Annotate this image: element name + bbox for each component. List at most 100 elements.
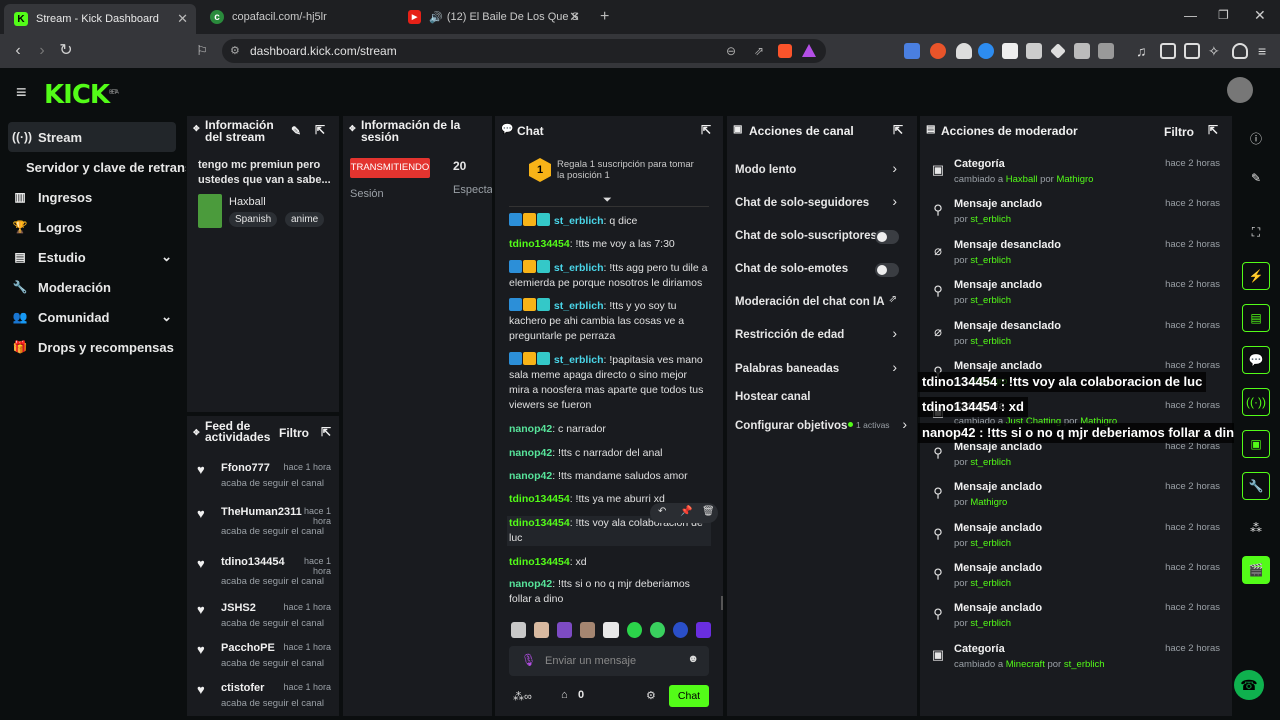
sidebar-item-ingresos[interactable]: ▥ Ingresos: [8, 182, 176, 212]
tag-chip[interactable]: Spanish: [229, 212, 278, 227]
back-icon[interactable]: ‹: [8, 41, 28, 61]
sidebar-item-logros[interactable]: 🏆 Logros: [8, 212, 176, 242]
help-chat-icon[interactable]: ☎: [1234, 670, 1264, 700]
reply-icon[interactable]: ↶: [658, 506, 666, 517]
moderator-username[interactable]: st_erblich: [970, 578, 1011, 589]
action-banned-words[interactable]: Palabras baneadas: [735, 359, 915, 379]
tag-chip[interactable]: anime: [285, 212, 325, 227]
maximize-icon[interactable]: ❐: [1218, 8, 1229, 22]
edit-icon[interactable]: ✎: [291, 124, 301, 138]
address-bar[interactable]: ⚙ dashboard.kick.com/stream ⊖ ⇗: [222, 39, 826, 63]
forward-icon[interactable]: ›: [32, 41, 52, 61]
info-icon[interactable]: ⓘ: [1242, 124, 1270, 152]
emote-icon[interactable]: [603, 622, 619, 638]
popout-icon[interactable]: ⇱: [321, 425, 331, 439]
tab-youtube[interactable]: ▶ 🔊 (12) El Baile De Los Que Sobran - ✕: [398, 4, 588, 30]
dots-icon[interactable]: ⁂: [1242, 514, 1270, 542]
diamond-extension-icon[interactable]: [1050, 43, 1066, 59]
new-tab-icon[interactable]: +: [600, 8, 609, 26]
sidebar-item-server-key[interactable]: Servidor y clave de retransm: [22, 152, 186, 182]
emoji-icon[interactable]: ☻: [687, 653, 699, 665]
terminal-icon[interactable]: ▣: [1242, 430, 1270, 458]
music-icon[interactable]: ♫: [1136, 43, 1152, 59]
emotes-only-toggle[interactable]: [875, 263, 899, 277]
chevron-right-icon[interactable]: ›: [892, 359, 897, 375]
store-icon[interactable]: ⌂: [561, 689, 568, 701]
chat-input[interactable]: 🎙 Enviar un mensaje ☻: [509, 646, 709, 676]
send-chat-button[interactable]: Chat: [669, 685, 709, 707]
blue-extension-icon[interactable]: [978, 43, 994, 59]
emote-icon[interactable]: [649, 622, 665, 638]
settings-gear-icon[interactable]: ⚙: [646, 689, 656, 702]
moderator-username[interactable]: st_erblich: [970, 336, 1011, 347]
chat-icon[interactable]: 💬: [1242, 346, 1270, 374]
edit-icon[interactable]: ✎: [1242, 164, 1270, 192]
wrench-icon[interactable]: 🔧: [1242, 472, 1270, 500]
popout-icon[interactable]: ⇱: [315, 123, 325, 137]
wallet-icon[interactable]: [1184, 43, 1200, 59]
moderator-username[interactable]: st_erblich: [970, 295, 1011, 306]
image-extension-icon[interactable]: [1026, 43, 1042, 59]
emote-icon[interactable]: [626, 622, 642, 638]
sidebar-item-moderacion[interactable]: 🔧 Moderación: [8, 272, 176, 302]
scrollbar[interactable]: [721, 596, 723, 610]
close-tab-icon[interactable]: ✕: [569, 9, 580, 25]
popout-icon[interactable]: ⇱: [893, 123, 903, 137]
popout-icon[interactable]: ⇱: [1208, 123, 1218, 137]
fire-extension-icon[interactable]: [930, 43, 946, 59]
avatar[interactable]: [1227, 77, 1253, 103]
drag-handle-icon[interactable]: ✥: [193, 428, 200, 437]
filter-button[interactable]: Filtro: [279, 426, 309, 440]
site-info-icon[interactable]: ⚙: [230, 39, 240, 63]
moderator-username[interactable]: st_erblich: [970, 255, 1011, 266]
action-age-restriction[interactable]: Restricción de edad: [735, 325, 915, 345]
emote-icon[interactable]: [557, 622, 573, 638]
moderator-username[interactable]: Mathigro: [970, 497, 1007, 508]
sidebar-item-estudio[interactable]: ▤ Estudio ⌄: [8, 242, 176, 272]
lightning-icon[interactable]: ⚡: [1242, 262, 1270, 290]
gift-sub-banner[interactable]: Regala 1 suscripción para tomar la posic…: [557, 159, 697, 181]
external-link-icon[interactable]: ⇗: [889, 294, 897, 305]
sidebar-item-comunidad[interactable]: 👥 Comunidad ⌄: [8, 302, 176, 332]
zoom-icon[interactable]: ⊖: [726, 39, 736, 63]
leo-ai-icon[interactable]: ✧: [1208, 43, 1224, 59]
popout-icon[interactable]: ⇱: [701, 123, 711, 137]
menu-icon[interactable]: ≡: [1258, 43, 1274, 59]
emote-icon[interactable]: [695, 622, 711, 638]
sidebar-item-stream[interactable]: ((·)) Stream: [8, 122, 176, 152]
emote-icon[interactable]: [580, 622, 596, 638]
chevron-right-icon[interactable]: ›: [892, 160, 897, 176]
emote-icon[interactable]: [511, 622, 527, 638]
moderator-username[interactable]: st_erblich: [970, 618, 1011, 629]
drag-handle-icon[interactable]: ✥: [193, 124, 200, 133]
minimize-icon[interactable]: —: [1184, 8, 1197, 23]
sidebar-toggle-icon[interactable]: [1160, 43, 1176, 59]
vpn-icon[interactable]: [1232, 43, 1248, 59]
tab-kick-dashboard[interactable]: K Stream - Kick Dashboard ✕: [4, 4, 196, 34]
moderator-username[interactable]: st_erblich: [1064, 659, 1105, 670]
filter-button[interactable]: Filtro: [1164, 125, 1194, 139]
moderator-username[interactable]: Mathigro: [1056, 174, 1093, 185]
microphone-icon[interactable]: 🎙: [521, 653, 536, 667]
doc-extension-icon[interactable]: [1002, 43, 1018, 59]
moderator-username[interactable]: st_erblich: [970, 457, 1011, 468]
window-close-icon[interactable]: ✕: [1254, 7, 1266, 24]
subscribers-only-toggle[interactable]: [875, 230, 899, 244]
emote-icon[interactable]: [672, 622, 688, 638]
bookmark-icon[interactable]: ⚐: [192, 41, 212, 61]
translate-extension-icon[interactable]: [904, 43, 920, 59]
moderator-username[interactable]: st_erblich: [970, 214, 1011, 225]
reload-icon[interactable]: ↻: [56, 41, 76, 61]
clapper-icon[interactable]: 🎬: [1242, 556, 1270, 584]
action-host-channel[interactable]: Hostear canal: [735, 387, 915, 407]
hamburger-menu-icon[interactable]: ≡: [16, 82, 27, 103]
broadcast-icon[interactable]: ((·)): [1242, 388, 1270, 416]
brave-shield-icon[interactable]: [778, 44, 792, 58]
document-icon[interactable]: ▤: [1242, 304, 1270, 332]
action-followers-only[interactable]: Chat de solo-seguidores: [735, 193, 915, 213]
chevron-right-icon[interactable]: ›: [892, 325, 897, 341]
moderator-username[interactable]: st_erblich: [970, 538, 1011, 549]
action-slow-mode[interactable]: Modo lento: [735, 160, 915, 180]
close-tab-icon[interactable]: ✕: [177, 11, 188, 27]
sidebar-item-drops[interactable]: 🎁 Drops y recompensas: [8, 332, 176, 362]
